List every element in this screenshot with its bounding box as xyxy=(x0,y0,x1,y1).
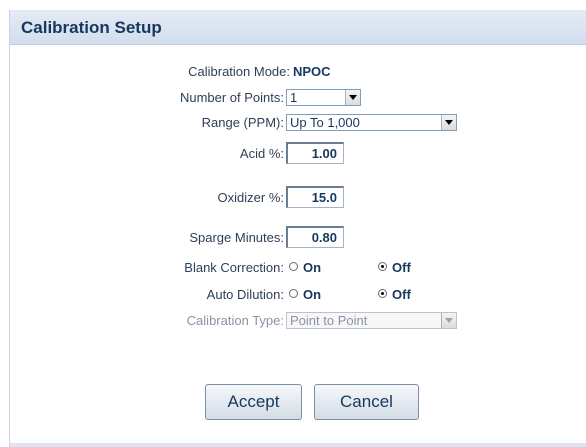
calibration-type-value: Point to Point xyxy=(290,313,368,328)
cancel-button[interactable]: Cancel xyxy=(314,384,419,420)
acid-input[interactable]: 1.00 xyxy=(286,142,344,164)
radio-label: Off xyxy=(392,287,411,302)
number-of-points-label: Number of Points: xyxy=(179,90,284,105)
radio-label: On xyxy=(303,260,322,275)
panel-title: Calibration Setup xyxy=(21,18,162,37)
chevron-down-icon[interactable] xyxy=(441,115,456,130)
accept-button[interactable]: Accept xyxy=(205,384,302,420)
oxidizer-label: Oxidizer %: xyxy=(217,190,284,205)
blank-correction-radio-group: On Off xyxy=(289,260,439,276)
number-of-points-value: 1 xyxy=(290,90,298,105)
range-select[interactable]: Up To 1,000 xyxy=(286,114,457,131)
auto-dilution-radio-group: On Off xyxy=(289,287,439,303)
radio-dot-icon[interactable] xyxy=(378,289,387,298)
blank-correction-label: Blank Correction: xyxy=(184,260,284,275)
radio-dot-icon[interactable] xyxy=(289,289,298,298)
panel-bottom-border xyxy=(10,443,586,447)
radio-label: Off xyxy=(392,260,411,275)
auto-dilution-label: Auto Dilution: xyxy=(206,287,284,302)
chevron-down-icon[interactable] xyxy=(345,90,360,105)
radio-dot-icon[interactable] xyxy=(289,262,298,271)
calibration-mode-value: NPOC xyxy=(293,64,331,79)
radio-label: On xyxy=(303,287,322,302)
calibration-setup-panel: Calibration Setup Calibration Mode: NPOC… xyxy=(9,10,586,447)
calibration-type-select: Point to Point xyxy=(286,312,457,329)
range-value: Up To 1,000 xyxy=(290,115,360,130)
radio-dot-icon[interactable] xyxy=(378,262,387,271)
acid-label: Acid %: xyxy=(239,146,284,161)
chevron-down-icon xyxy=(441,313,456,328)
calibration-type-label: Calibration Type: xyxy=(186,313,284,328)
oxidizer-input[interactable]: 15.0 xyxy=(286,186,344,208)
number-of-points-select[interactable]: 1 xyxy=(286,89,361,106)
sparge-minutes-label: Sparge Minutes: xyxy=(189,230,284,245)
calibration-mode-label: Calibration Mode: xyxy=(188,64,290,79)
range-label: Range (PPM): xyxy=(201,115,284,130)
panel-header: Calibration Setup xyxy=(10,10,586,45)
sparge-minutes-input[interactable]: 0.80 xyxy=(286,226,344,248)
